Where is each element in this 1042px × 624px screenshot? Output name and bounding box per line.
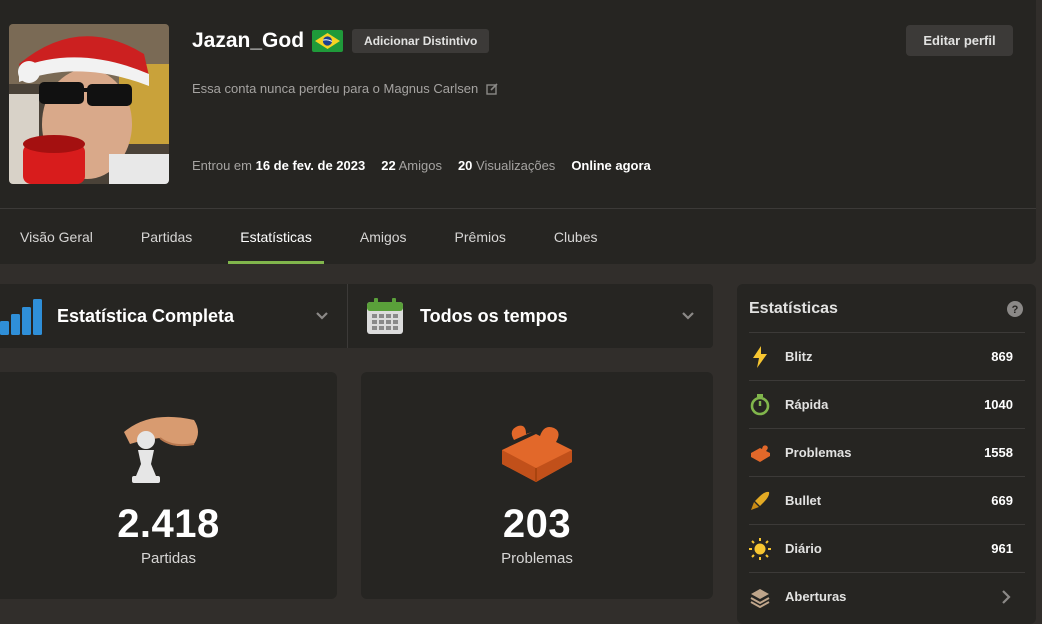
stat-type-label: Estatística Completa [57, 305, 235, 326]
stat-row-bullet[interactable]: Bullet 669 [749, 476, 1025, 524]
stat-row-daily[interactable]: Diário 961 [749, 524, 1025, 572]
rapid-icon [749, 393, 771, 416]
games-count: 2.418 [117, 502, 220, 546]
hand-pawn-icon [120, 410, 202, 497]
edit-profile-button[interactable]: Editar perfil [906, 25, 1013, 56]
bar-chart-icon [0, 297, 42, 335]
stat-row-blitz[interactable]: Blitz 869 [749, 332, 1025, 380]
period-dropdown[interactable]: Todos os tempos [348, 284, 713, 348]
games-label: Partidas [140, 550, 197, 567]
puzzles-stat-card[interactable]: 203 Problemas [361, 372, 713, 599]
avatar[interactable] [9, 24, 169, 184]
chevron-down-icon [315, 309, 329, 323]
brazil-flag-icon [312, 30, 344, 52]
chevron-right-icon [1001, 589, 1011, 604]
online-status: Online agora [571, 158, 651, 173]
tab-awards[interactable]: Prêmios [431, 209, 530, 264]
bio-text: Essa conta nunca perdeu para o Magnus Ca… [192, 81, 479, 96]
puzzle-icon [496, 410, 578, 495]
chevron-down-icon [681, 309, 695, 323]
stats-sidebar: Estatísticas ? Blitz 869 Rápida 1040 Pro… [737, 284, 1036, 624]
tab-stats[interactable]: Estatísticas [228, 209, 324, 264]
edit-bio-icon[interactable] [486, 82, 498, 95]
stat-row-openings[interactable]: Aberturas [749, 572, 1025, 620]
puzzles-count: 203 [502, 502, 572, 546]
tab-games[interactable]: Partidas [117, 209, 216, 264]
stat-row-puzzles[interactable]: Problemas 1558 [749, 428, 1025, 476]
tab-friends[interactable]: Amigos [336, 209, 431, 264]
stat-row-rapid[interactable]: Rápida 1040 [749, 380, 1025, 428]
blitz-icon [749, 345, 771, 368]
bullet-icon [749, 490, 771, 512]
svg-text:?: ? [1012, 304, 1019, 316]
profile-tabs: Visão Geral Partidas Estatísticas Amigos… [0, 209, 622, 264]
help-icon[interactable]: ? [1007, 301, 1023, 317]
puzzle-icon [749, 442, 771, 464]
openings-icon [749, 586, 771, 608]
joined-info: Entrou em 16 de fev. de 2023 [192, 158, 366, 173]
add-badge-button[interactable]: Adicionar Distintivo [352, 29, 490, 53]
tab-clubs[interactable]: Clubes [530, 209, 622, 264]
period-label: Todos os tempos [420, 305, 568, 326]
views-count: 20 Visualizações [457, 158, 556, 173]
stat-type-dropdown[interactable]: Estatística Completa [0, 284, 348, 348]
username: Jazan_God [192, 29, 305, 52]
tab-overview[interactable]: Visão Geral [0, 209, 117, 264]
profile-bio: Essa conta nunca perdeu para o Magnus Ca… [192, 81, 498, 96]
daily-icon [749, 537, 771, 560]
stats-sidebar-title: Estatísticas [749, 300, 838, 317]
stats-filter-bar: Estatística Completa Todos os tempos [0, 284, 713, 348]
calendar-icon [366, 297, 404, 335]
profile-card: Jazan_God Adicionar Distintivo Editar pe… [0, 0, 1036, 264]
profile-meta: Entrou em 16 de fev. de 2023 22 Amigos 2… [192, 158, 667, 173]
games-stat-card[interactable]: 2.418 Partidas [0, 372, 337, 599]
puzzles-label: Problemas [501, 550, 573, 567]
friends-count[interactable]: 22 Amigos [381, 158, 442, 173]
